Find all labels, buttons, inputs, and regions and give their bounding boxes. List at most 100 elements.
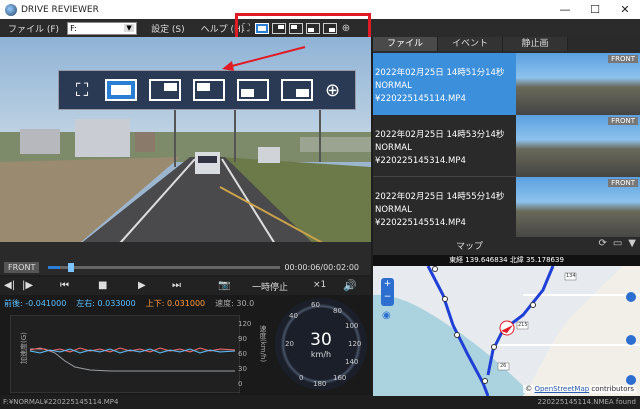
map-label: マップ (456, 242, 484, 252)
map-canvas (373, 265, 640, 396)
close-button[interactable]: ✕ (610, 0, 640, 19)
layout-pip-top-right-icon[interactable] (149, 79, 181, 101)
speedometer: 30 km/h 60 80 100 120 140 160 180 0 20 4… (275, 298, 367, 390)
status-nmea: 220225145114.NMEA found (537, 398, 636, 406)
tab-bar: ファイル イベント 静止画 (373, 37, 640, 51)
gauge-tick: 0 (299, 374, 304, 382)
window-icon[interactable]: ▭ (613, 238, 622, 249)
arrow-icon (222, 46, 306, 71)
file-info: 2022年02月25日 14時53分14秒 NORMAL ¥2202251453… (373, 115, 516, 177)
menu-settings[interactable]: 設定 (S) (143, 22, 193, 35)
file-info: 2022年02月25日 14時51分14秒 NORMAL ¥2202251451… (373, 53, 516, 115)
fullscreen-icon[interactable]: ⛶ (71, 80, 93, 101)
map-attribution: © OpenStreetMap contributors (523, 385, 636, 393)
frame-forward-icon[interactable]: |▶ (22, 280, 33, 291)
gauge-tick: 160 (333, 374, 347, 382)
file-list-item[interactable]: 2022年02月25日 14時55分14秒 NORMAL ¥2202251455… (373, 177, 640, 239)
app-logo-icon (5, 3, 17, 16)
zoom-out-button[interactable]: − (381, 291, 394, 304)
seek-bar[interactable] (48, 263, 280, 272)
gauge-tick: 140 (345, 358, 359, 366)
file-info: 2022年02月25日 14時55分14秒 NORMAL ¥2202251455… (373, 177, 516, 239)
gauge-tick: 20 (285, 340, 294, 348)
g-left-right: 左右: 0.033000 (76, 299, 136, 308)
file-name: ¥220225145314.MP4 (375, 156, 466, 166)
gsensor-panel: 前後: -0.041000 左右: 0.033000 上下: 0.031000 … (0, 295, 371, 395)
maximize-button[interactable]: ☐ (580, 0, 610, 19)
right-panel: ファイル イベント 静止画 2022年02月25日 14時51分14秒 NORM… (373, 37, 640, 396)
right-axis-ticks: 120 90 60 30 0 (238, 317, 251, 392)
gauge-tick: 80 (333, 307, 342, 315)
file-type: NORMAL (375, 143, 412, 153)
layout-pip-bottom-left-icon[interactable] (237, 79, 269, 101)
zoom-in-button[interactable]: + (381, 278, 394, 291)
map-header: マップ ⟳ ▭ ▼ (373, 237, 640, 253)
camera-snapshot-icon[interactable]: 📷 (218, 280, 230, 291)
refresh-icon[interactable]: ⟳ (598, 238, 606, 249)
camera-tag: FRONT (608, 55, 638, 63)
g-up-down: 上下: 0.031000 (145, 299, 206, 308)
minimize-button[interactable]: — (550, 0, 580, 19)
file-list-item[interactable]: 2022年02月25日 14時53分14秒 NORMAL ¥2202251453… (373, 115, 640, 177)
tick-label: 0 (238, 380, 243, 388)
seek-handle[interactable] (67, 263, 74, 272)
map-header-icons: ⟳ ▭ ▼ (598, 238, 636, 249)
volume-icon[interactable]: 🔊 (343, 279, 357, 292)
speed-button[interactable]: ×1 (313, 280, 326, 290)
pause-button[interactable]: 一時停止 (252, 280, 288, 293)
stop-icon[interactable]: ■ (98, 280, 107, 291)
collapse-icon[interactable]: ▼ (628, 238, 636, 249)
g-speed: 速度: 30.0 (215, 299, 255, 308)
layout-pip-bottom-right-icon[interactable] (281, 79, 313, 101)
layout-pip-top-left-icon[interactable] (193, 79, 225, 101)
frame-back-icon[interactable]: ◀| (4, 280, 15, 291)
gauge-tick: 40 (289, 312, 298, 320)
drive-select[interactable]: F: ▼ (67, 21, 138, 35)
gsensor-readouts: 前後: -0.041000 左右: 0.033000 上下: 0.031000 … (4, 298, 254, 309)
file-thumbnail: FRONT (516, 177, 640, 239)
right-axis-label: 速度(km/h) (259, 325, 267, 363)
tab-stills[interactable]: 静止画 (503, 37, 568, 51)
file-type: NORMAL (375, 81, 412, 91)
seek-row: FRONT 00:00:06/00:02:00 (0, 260, 371, 275)
road-label: 215 (518, 322, 528, 328)
file-thumbnail: FRONT (516, 53, 640, 115)
file-name: ¥220225145514.MP4 (375, 218, 466, 228)
tab-files[interactable]: ファイル (373, 37, 438, 51)
globe-icon[interactable]: ◉ (382, 310, 391, 321)
osm-link[interactable]: OpenStreetMap (534, 385, 589, 393)
play-icon[interactable]: ▶ (138, 280, 146, 291)
file-type: NORMAL (375, 205, 412, 215)
file-datetime: 2022年02月25日 14時51分14秒 (375, 68, 505, 78)
file-datetime: 2022年02月25日 14時55分14秒 (375, 192, 505, 202)
file-thumbnail: FRONT (516, 115, 640, 177)
tick-label: 90 (238, 335, 247, 343)
file-list-item[interactable]: 2022年02月25日 14時51分14秒 NORMAL ¥2202251451… (373, 53, 640, 115)
time-readout: 00:00:06/00:02:00 (284, 263, 359, 272)
skip-previous-icon[interactable]: ⏮ (60, 280, 69, 291)
tick-label: 60 (238, 350, 247, 358)
camera-label: FRONT (4, 262, 40, 273)
map-view[interactable]: 215 134 26 東経 139.646834 北緯 35.178639 + … (373, 255, 640, 396)
menu-file[interactable]: ファイル (F) (0, 22, 67, 35)
layout-toolbar-zoomed: ⛶ ⊕ (58, 70, 356, 110)
tick-label: 120 (238, 320, 252, 328)
status-file-path: F:¥NORMAL¥220225145114.MP4 (3, 398, 119, 406)
window-title: DRIVE REVIEWER (21, 4, 99, 15)
video-view[interactable]: ⛶ ⊕ (0, 37, 371, 260)
gauge-tick: 100 (345, 322, 359, 330)
drive-select-value: F: (70, 23, 77, 33)
seek-fill (48, 266, 60, 269)
map-zoom-controls: + − (381, 278, 394, 306)
file-datetime: 2022年02月25日 14時53分14秒 (375, 130, 505, 140)
gauge-tick: 180 (313, 380, 327, 388)
skip-next-icon[interactable]: ⏭ (172, 280, 181, 291)
window-controls: — ☐ ✕ (550, 0, 640, 19)
layout-single-icon[interactable] (105, 79, 137, 101)
tick-label: 30 (238, 365, 247, 373)
chevron-down-icon: ▼ (124, 24, 135, 32)
file-name: ¥220225145114.MP4 (375, 94, 466, 104)
zoom-icon[interactable]: ⊕ (325, 80, 340, 101)
tab-events[interactable]: イベント (438, 37, 503, 51)
gsensor-graph: 加速度(G) (10, 315, 240, 393)
